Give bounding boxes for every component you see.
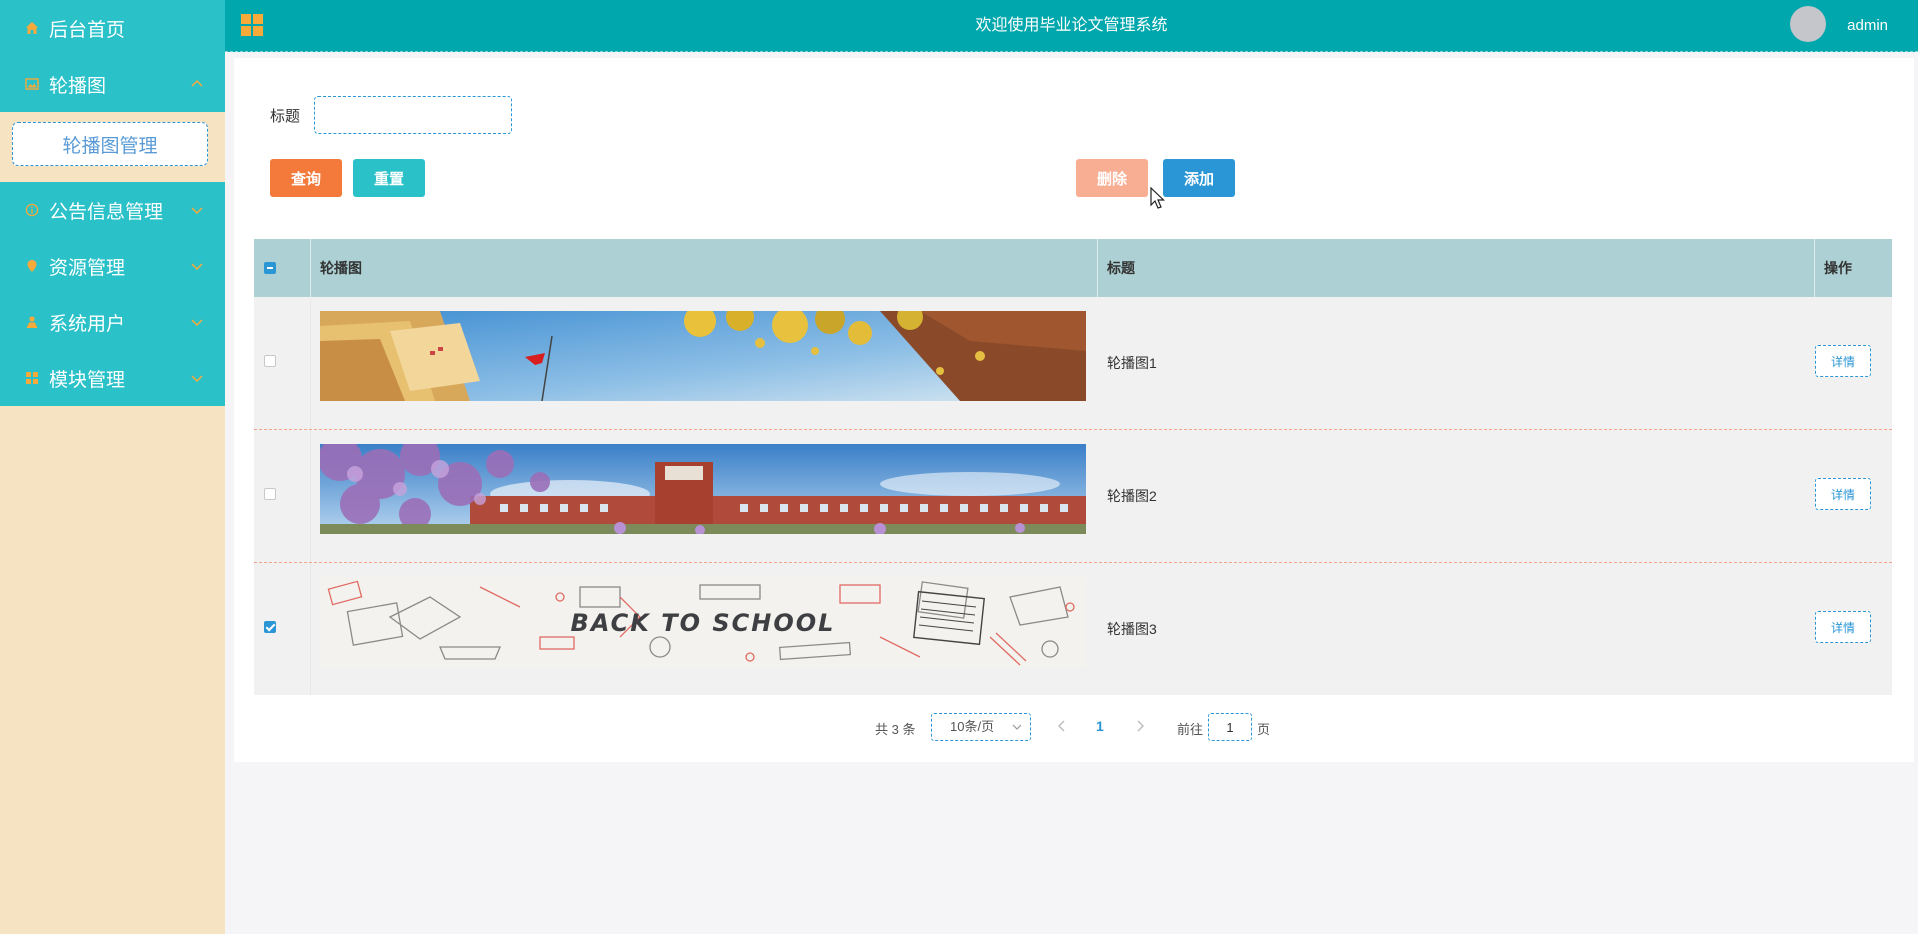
location-icon xyxy=(24,258,40,274)
column-header-image[interactable]: 轮播图 xyxy=(320,239,362,297)
detail-button[interactable]: 详情 xyxy=(1815,478,1871,510)
select-all-checkbox[interactable] xyxy=(264,262,276,274)
table-header: 轮播图 标题 操作 xyxy=(254,239,1892,297)
grid-icon xyxy=(24,370,40,386)
page-size-select[interactable]: 10条/页 xyxy=(931,713,1031,741)
sidebar-item-label: 轮播图 xyxy=(49,75,107,97)
reset-button[interactable]: 重置 xyxy=(353,159,425,197)
column-divider xyxy=(310,430,311,562)
chevron-left-icon xyxy=(1058,720,1065,732)
banner-text: BACK TO SCHOOL xyxy=(571,609,836,637)
avatar[interactable] xyxy=(1790,6,1826,42)
top-header: 欢迎使用毕业论文管理系统 admin xyxy=(225,0,1918,52)
column-header-title[interactable]: 标题 xyxy=(1107,239,1135,297)
title-search-input[interactable] xyxy=(314,96,512,134)
row-title: 轮播图2 xyxy=(1107,488,1157,504)
column-divider xyxy=(1097,239,1098,297)
row-checkbox[interactable] xyxy=(264,488,276,500)
sidebar-item-users[interactable]: 系统用户 xyxy=(0,294,225,350)
query-button[interactable]: 查询 xyxy=(270,159,342,197)
mouse-cursor-icon xyxy=(1150,187,1165,209)
detail-button[interactable]: 详情 xyxy=(1815,345,1871,377)
sidebar-submenu: 轮播图管理 xyxy=(0,112,225,182)
chevron-down-icon xyxy=(191,263,203,271)
row-checkbox[interactable] xyxy=(264,355,276,367)
row-title: 轮播图1 xyxy=(1107,355,1157,371)
prev-page-button[interactable] xyxy=(1057,719,1067,736)
chevron-down-icon xyxy=(191,375,203,383)
user-icon xyxy=(24,314,40,330)
sidebar-item-notice[interactable]: 公告信息管理 xyxy=(0,182,225,238)
pagination: 共 3 条 10条/页 1 前往 页 xyxy=(234,713,1914,743)
sidebar-item-label: 系统用户 xyxy=(49,313,126,335)
sidebar-item-carousel[interactable]: 轮播图 xyxy=(0,56,225,112)
sidebar-item-label: 后台首页 xyxy=(49,19,126,41)
column-divider xyxy=(310,297,311,429)
column-divider xyxy=(310,239,311,297)
delete-button[interactable]: 删除 xyxy=(1076,159,1148,197)
sidebar: 后台首页 轮播图 轮播图管理 公告信息管理 资源管理 系统用户 模块管理 xyxy=(0,0,225,934)
sidebar-item-home[interactable]: 后台首页 xyxy=(0,0,225,56)
row-checkbox[interactable] xyxy=(264,621,276,633)
detail-button[interactable]: 详情 xyxy=(1815,611,1871,643)
goto-label: 前往 xyxy=(1177,722,1204,737)
page-suffix: 页 xyxy=(1257,722,1271,737)
username[interactable]: admin xyxy=(1847,0,1888,52)
image-icon xyxy=(24,76,40,92)
carousel-image xyxy=(320,444,1086,534)
main-panel: 标题 查询 重置 删除 添加 轮播图 标题 操作 轮播图1 详情 轮播图2 详情… xyxy=(234,58,1914,762)
next-page-button[interactable] xyxy=(1135,719,1145,736)
sidebar-subitem-carousel-manage[interactable]: 轮播图管理 xyxy=(12,122,208,166)
table-row: 轮播图2 详情 xyxy=(254,430,1892,563)
page-size-value: 10条/页 xyxy=(950,719,995,734)
home-icon xyxy=(24,20,40,36)
app-title: 欢迎使用毕业论文管理系统 xyxy=(975,17,1168,34)
carousel-image: BACK TO SCHOOL xyxy=(320,577,1086,667)
chevron-down-icon xyxy=(1012,724,1022,730)
table-row: 轮播图1 详情 xyxy=(254,297,1892,430)
page-number[interactable]: 1 xyxy=(1096,718,1104,734)
column-divider xyxy=(1814,239,1815,297)
sidebar-item-resource[interactable]: 资源管理 xyxy=(0,238,225,294)
carousel-image xyxy=(320,311,1086,401)
goto-page-input[interactable] xyxy=(1208,713,1252,741)
sidebar-item-label: 资源管理 xyxy=(49,257,126,279)
column-divider xyxy=(310,563,311,695)
chevron-up-icon xyxy=(191,79,203,87)
add-button[interactable]: 添加 xyxy=(1163,159,1235,197)
sidebar-item-label: 公告信息管理 xyxy=(49,201,164,223)
carousel-table: 轮播图 标题 操作 轮播图1 详情 轮播图2 详情 BACK TO SCHOOL… xyxy=(254,239,1892,695)
chevron-down-icon xyxy=(191,207,203,215)
total-count: 共 3 条 xyxy=(875,722,916,737)
chevron-right-icon xyxy=(1137,720,1144,732)
sidebar-item-modules[interactable]: 模块管理 xyxy=(0,350,225,406)
info-icon xyxy=(24,202,40,218)
table-row: BACK TO SCHOOL 轮播图3 详情 xyxy=(254,563,1892,695)
row-title: 轮播图3 xyxy=(1107,621,1157,637)
title-search-label: 标题 xyxy=(270,108,301,125)
column-header-action: 操作 xyxy=(1824,260,1852,276)
sidebar-item-label: 模块管理 xyxy=(49,369,126,391)
chevron-down-icon xyxy=(191,319,203,327)
